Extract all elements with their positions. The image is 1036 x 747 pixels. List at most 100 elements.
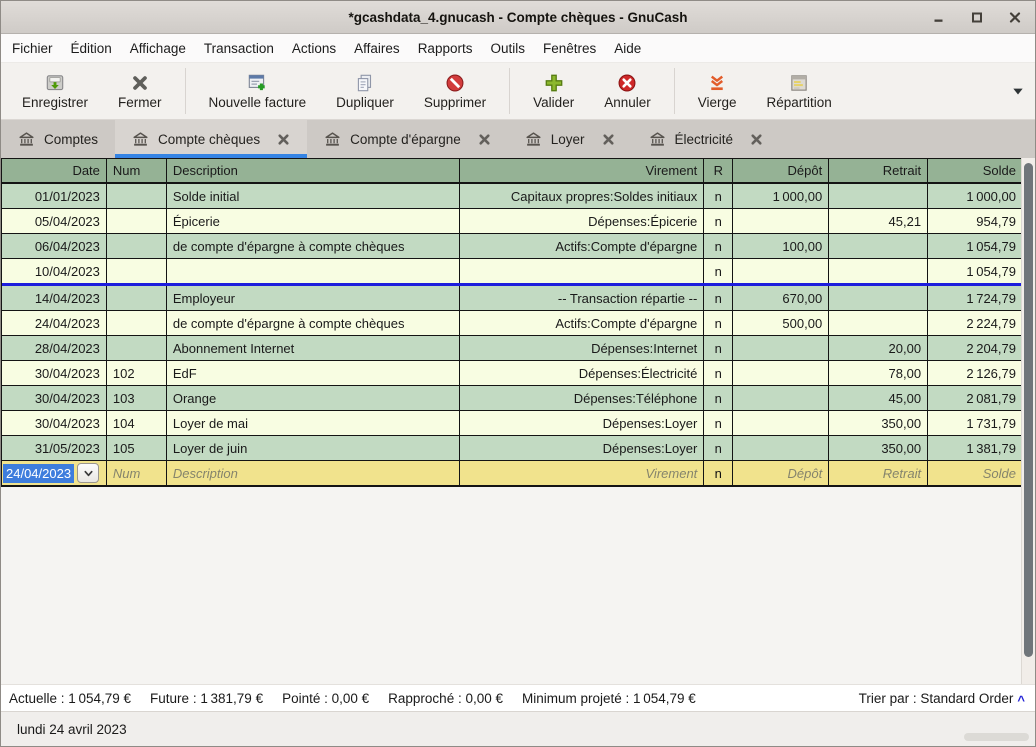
scrollbar-thumb[interactable] [1024, 163, 1033, 657]
cell-retrait[interactable]: 350,00 [829, 436, 928, 460]
cell-num[interactable] [107, 286, 167, 310]
cell-r[interactable]: n [704, 234, 733, 258]
cell-num[interactable]: 102 [107, 361, 167, 385]
menu-affichage[interactable]: Affichage [121, 37, 195, 60]
cell-date[interactable]: 24/04/2023 [2, 311, 107, 335]
cell-num[interactable]: 104 [107, 411, 167, 435]
cell-date[interactable]: 28/04/2023 [2, 336, 107, 360]
cell-solde[interactable]: 1 054,79 [928, 259, 1023, 283]
cell-num[interactable]: 105 [107, 436, 167, 460]
sort-control[interactable]: Trier par : Standard Order ^ [859, 691, 1025, 706]
cell-r[interactable]: n [704, 411, 733, 435]
cell-num[interactable] [107, 209, 167, 233]
cell-retrait[interactable]: 20,00 [829, 336, 928, 360]
cell-solde[interactable]: 2 224,79 [928, 311, 1023, 335]
cell-depot[interactable] [733, 361, 829, 385]
fermer-button[interactable]: Fermer [103, 63, 177, 119]
menu-outils[interactable]: Outils [481, 37, 534, 60]
cell-r[interactable]: n [704, 184, 733, 208]
cell-description[interactable]: Solde initial [167, 184, 460, 208]
menu-fenetres[interactable]: Fenêtres [534, 37, 605, 60]
annuler-button[interactable]: Annuler [589, 63, 666, 119]
cell-solde[interactable]: 1 731,79 [928, 411, 1023, 435]
edit-solde-field[interactable]: Solde [928, 461, 1023, 485]
cell-num[interactable] [107, 311, 167, 335]
menu-actions[interactable]: Actions [283, 37, 345, 60]
cell-depot[interactable]: 100,00 [733, 234, 829, 258]
cell-depot[interactable] [733, 336, 829, 360]
cell-virement[interactable]: Actifs:Compte d'épargne [460, 311, 705, 335]
resize-grip[interactable] [964, 733, 1029, 741]
cell-depot[interactable]: 1 000,00 [733, 184, 829, 208]
cell-description[interactable]: Loyer de juin [167, 436, 460, 460]
cell-description[interactable]: Loyer de mai [167, 411, 460, 435]
cell-description[interactable] [167, 259, 460, 283]
cell-solde[interactable]: 1 054,79 [928, 234, 1023, 258]
cell-description[interactable]: EdF [167, 361, 460, 385]
cell-date[interactable]: 30/04/2023 [2, 361, 107, 385]
minimize-button[interactable] [927, 5, 951, 29]
cell-retrait[interactable]: 78,00 [829, 361, 928, 385]
tab-loyer[interactable]: Loyer [508, 120, 632, 158]
cell-date[interactable]: 30/04/2023 [2, 411, 107, 435]
cell-retrait[interactable]: 350,00 [829, 411, 928, 435]
menu-transaction[interactable]: Transaction [195, 37, 283, 60]
tab-compte-d-epargne[interactable]: Compte d'épargne [307, 120, 508, 158]
menu-edition[interactable]: Édition [62, 37, 121, 60]
edit-num-field[interactable]: Num [107, 461, 167, 485]
cell-description[interactable]: Abonnement Internet [167, 336, 460, 360]
cell-r[interactable]: n [704, 209, 733, 233]
cell-depot[interactable] [733, 386, 829, 410]
cell-depot[interactable] [733, 209, 829, 233]
tab-electricite[interactable]: Électricité [632, 120, 781, 158]
cell-description[interactable]: Épicerie [167, 209, 460, 233]
cell-solde[interactable]: 1 000,00 [928, 184, 1023, 208]
cell-virement[interactable]: Capitaux propres:Soldes initiaux [460, 184, 705, 208]
cell-description[interactable]: de compte d'épargne à compte chèques [167, 311, 460, 335]
date-input[interactable]: 24/04/2023 [3, 464, 74, 483]
cell-date[interactable]: 30/04/2023 [2, 386, 107, 410]
cell-virement[interactable]: Dépenses:Loyer [460, 436, 705, 460]
vertical-scrollbar[interactable] [1021, 158, 1035, 684]
cell-solde[interactable]: 1 724,79 [928, 286, 1023, 310]
toolbar-overflow-button[interactable] [1011, 63, 1025, 119]
cell-retrait[interactable] [829, 184, 928, 208]
tab-comptes[interactable]: Comptes [1, 120, 115, 158]
cell-date[interactable]: 06/04/2023 [2, 234, 107, 258]
dupliquer-button[interactable]: Dupliquer [321, 63, 409, 119]
cell-retrait[interactable]: 45,21 [829, 209, 928, 233]
cell-num[interactable] [107, 259, 167, 283]
close-button[interactable] [1003, 5, 1027, 29]
edit-date-field[interactable]: 24/04/2023 [2, 461, 107, 485]
cell-solde[interactable]: 954,79 [928, 209, 1023, 233]
cell-r[interactable]: n [704, 361, 733, 385]
tab-close-icon[interactable] [750, 133, 763, 146]
vierge-button[interactable]: Vierge [683, 63, 752, 119]
cell-solde[interactable]: 2 126,79 [928, 361, 1023, 385]
supprimer-button[interactable]: Supprimer [409, 63, 501, 119]
cell-r[interactable]: n [704, 259, 733, 283]
cell-r[interactable]: n [704, 286, 733, 310]
cell-depot[interactable] [733, 259, 829, 283]
date-dropdown-button[interactable] [77, 463, 99, 483]
edit-description-field[interactable]: Description [167, 461, 460, 485]
cell-date[interactable]: 05/04/2023 [2, 209, 107, 233]
cell-virement[interactable]: Dépenses:Internet [460, 336, 705, 360]
edit-depot-field[interactable]: Dépôt [733, 461, 829, 485]
cell-r[interactable]: n [704, 336, 733, 360]
cell-depot[interactable] [733, 411, 829, 435]
cell-depot[interactable]: 670,00 [733, 286, 829, 310]
cell-retrait[interactable] [829, 286, 928, 310]
cell-date[interactable]: 14/04/2023 [2, 286, 107, 310]
cell-num[interactable]: 103 [107, 386, 167, 410]
cell-virement[interactable]: Actifs:Compte d'épargne [460, 234, 705, 258]
cell-virement[interactable] [460, 259, 705, 283]
cell-r[interactable]: n [704, 436, 733, 460]
maximize-button[interactable] [965, 5, 989, 29]
cell-r[interactable]: n [704, 386, 733, 410]
menu-rapports[interactable]: Rapports [409, 37, 482, 60]
tab-close-icon[interactable] [277, 133, 290, 146]
menu-fichier[interactable]: Fichier [3, 37, 62, 60]
cell-r[interactable]: n [704, 311, 733, 335]
cell-num[interactable] [107, 234, 167, 258]
